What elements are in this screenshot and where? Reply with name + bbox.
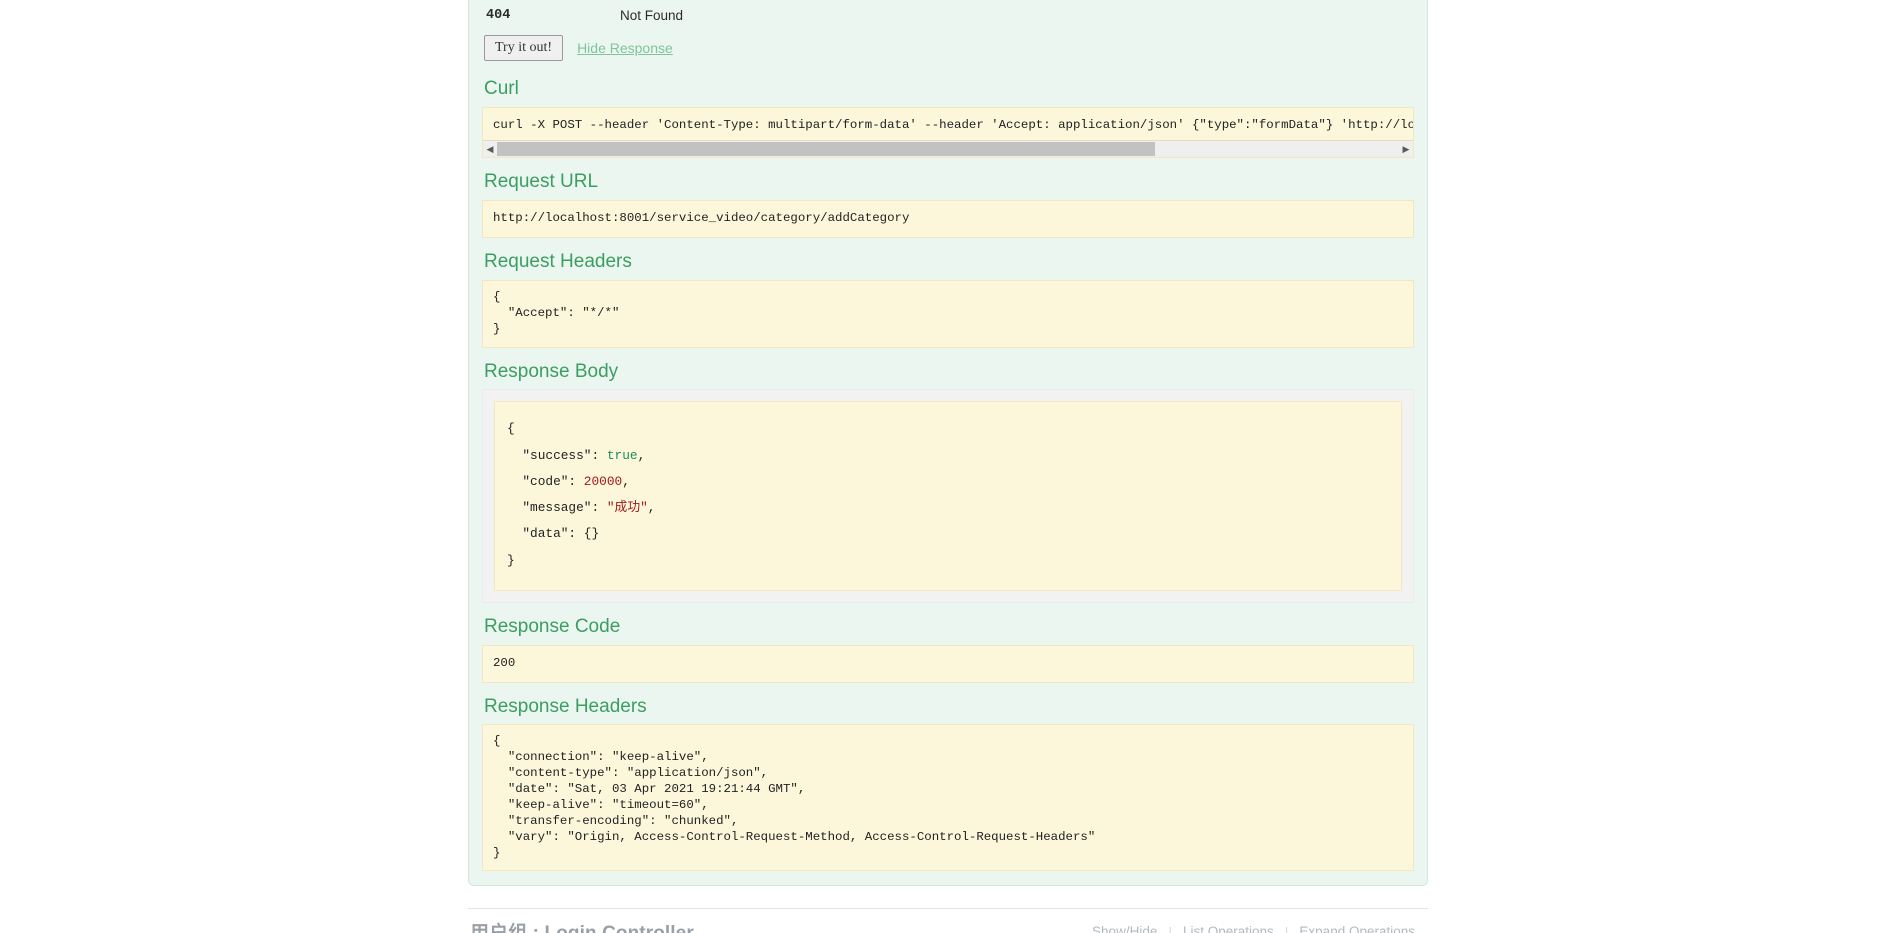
show-hide-link-login[interactable]: Show/Hide bbox=[1081, 924, 1168, 933]
scroll-right-arrow-icon[interactable]: ▶ bbox=[1399, 141, 1413, 157]
request-url-value: http://localhost:8001/service_video/cate… bbox=[482, 200, 1414, 239]
response-body-heading: Response Body bbox=[484, 360, 619, 382]
response-body-json: { "success": true, "code": 20000, "messa… bbox=[494, 401, 1402, 591]
json-comma-2: , bbox=[622, 473, 630, 489]
scrollbar-track[interactable] bbox=[497, 141, 1399, 157]
json-key-message: "message": bbox=[507, 500, 607, 516]
json-value-success: true bbox=[606, 447, 638, 463]
response-code-heading: Response Code bbox=[484, 615, 621, 637]
json-value-code: 20000 bbox=[583, 473, 623, 489]
resource-row-login-controller: 用户组 : Login Controller Show/Hide | List … bbox=[468, 908, 1428, 933]
try-it-out-row: Try it out! Hide Response bbox=[482, 29, 1414, 65]
response-message-row: 404 Not Found bbox=[482, 0, 1414, 29]
response-headers-heading: Response Headers bbox=[484, 695, 647, 717]
response-headers-value: { "connection": "keep-alive", "content-t… bbox=[482, 724, 1414, 872]
list-operations-link-login[interactable]: List Operations bbox=[1172, 924, 1285, 933]
hide-response-link[interactable]: Hide Response bbox=[577, 40, 673, 56]
resource-list: 用户组 : Login Controller Show/Hide | List … bbox=[468, 908, 1428, 933]
try-it-out-button[interactable]: Try it out! bbox=[484, 35, 564, 62]
resource-options-login-controller: Show/Hide | List Operations | Expand Ope… bbox=[1081, 924, 1426, 933]
response-messages-table: 404 Not Found bbox=[482, 0, 1414, 29]
json-brace-close: } bbox=[507, 552, 515, 568]
operation-response-panel: 404 Not Found Try it out! Hide Response … bbox=[468, 0, 1428, 887]
page-root: 404 Not Found Try it out! Hide Response … bbox=[0, 0, 1903, 933]
json-brace-open: { bbox=[507, 421, 515, 437]
json-key-data: "data": bbox=[507, 526, 584, 542]
request-headers-value: { "Accept": "*/*" } bbox=[482, 279, 1414, 348]
expand-operations-link-login[interactable]: Expand Operations bbox=[1288, 924, 1426, 933]
request-url-heading: Request URL bbox=[484, 171, 599, 193]
json-value-message: "成功" bbox=[606, 500, 648, 516]
scroll-left-arrow-icon[interactable]: ◀ bbox=[483, 141, 497, 157]
response-message-reason: Not Found bbox=[618, 0, 1414, 29]
scrollbar-thumb[interactable] bbox=[497, 142, 1156, 157]
request-headers-heading: Request Headers bbox=[484, 251, 632, 273]
resource-title-login-controller[interactable]: 用户组 : Login Controller bbox=[470, 918, 694, 933]
response-message-code: 404 bbox=[482, 0, 618, 29]
response-body-wrapper: { "success": true, "code": 20000, "messa… bbox=[482, 389, 1414, 603]
operation-response-inner: 404 Not Found Try it out! Hide Response … bbox=[482, 0, 1414, 872]
curl-heading: Curl bbox=[484, 78, 519, 100]
json-comma-1: , bbox=[637, 447, 646, 463]
response-code-value: 200 bbox=[482, 644, 1414, 683]
json-key-success: "success": bbox=[507, 447, 607, 463]
curl-block: curl -X POST --header 'Content-Type: mul… bbox=[482, 107, 1414, 159]
swagger-content-column: 404 Not Found Try it out! Hide Response … bbox=[468, 0, 1428, 933]
json-comma-3: , bbox=[647, 500, 656, 516]
json-key-code: "code": bbox=[507, 473, 584, 489]
json-value-data: {} bbox=[583, 526, 600, 542]
curl-command-text: curl -X POST --header 'Content-Type: mul… bbox=[493, 118, 1413, 133]
curl-horizontal-scrollbar[interactable]: ◀ ▶ bbox=[483, 140, 1413, 158]
